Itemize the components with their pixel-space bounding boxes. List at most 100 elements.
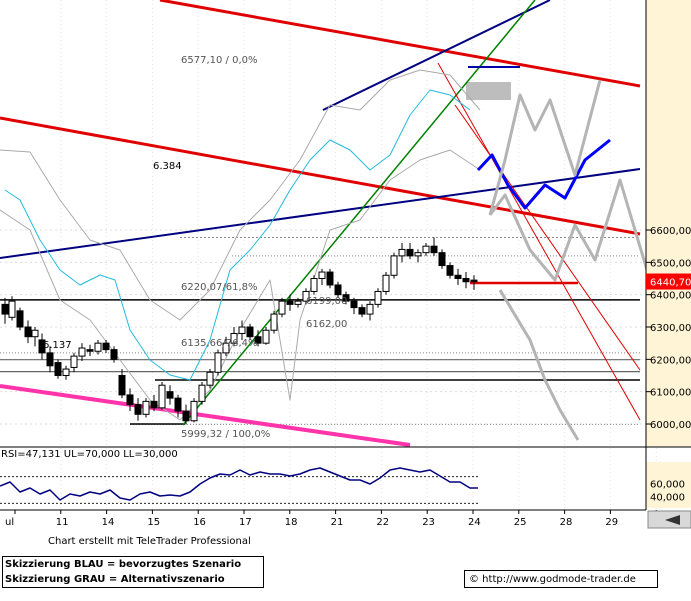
legend-grey-text: Skizzierung GRAU = Alternativszenario [5, 574, 225, 585]
candle-body [62, 368, 70, 377]
x-tick-label: 18 [285, 517, 298, 528]
rsi-tick-label: 60,000 [650, 479, 685, 490]
candle-body [390, 255, 398, 276]
price-tick-label: 6100,00 [650, 388, 691, 399]
candle-body [102, 342, 110, 351]
candle-body [414, 252, 422, 257]
candle-body [190, 400, 198, 422]
grey-scenario-lower [498, 289, 580, 441]
x-tick-label: 16 [193, 517, 206, 528]
candle-body [8, 300, 16, 318]
candle-body [118, 375, 126, 396]
fib-top-label: 6577,10 / 0,0% [181, 55, 258, 66]
candle-body [78, 347, 86, 357]
candle-body [238, 326, 246, 334]
candle-body [382, 274, 390, 292]
price-tick-label: 6200,00 [650, 355, 691, 366]
candle-body [70, 355, 78, 368]
level-6162-label: 6162,00 [306, 319, 348, 330]
candle-body [46, 352, 54, 367]
candle-body [334, 284, 342, 296]
last-price-label: 6440,70 [650, 278, 691, 289]
candle-body [174, 397, 182, 412]
rsi-panel [0, 467, 478, 504]
x-tick-label: 21 [331, 517, 344, 528]
price-tick-label: 6400,00 [650, 291, 691, 302]
blue-channel-upper [322, 0, 551, 111]
candle-body [310, 278, 318, 292]
candle-body [398, 248, 406, 257]
x-tick-label: 17 [239, 517, 252, 528]
grey-target-box [466, 82, 511, 100]
candle-body [166, 391, 174, 399]
rsi-header: RSI=47,131 UL=70,000 LL=30,000 [1, 449, 178, 460]
candle-body [350, 300, 358, 309]
x-tick-label: 15 [147, 517, 160, 528]
candle-body [366, 303, 374, 315]
candle-body [246, 326, 254, 338]
high-6384-label: 6.384 [153, 161, 182, 172]
x-tick-label: 24 [468, 517, 481, 528]
candle-body [126, 394, 134, 406]
candle-body [278, 300, 286, 315]
x-tick-label: 25 [514, 517, 527, 528]
x-tick-label: 28 [560, 517, 573, 528]
candle-body [374, 290, 382, 305]
price-tick-label: 6600,00 [650, 226, 691, 237]
x-tick-label: ul [5, 517, 14, 528]
candle-body [286, 300, 294, 305]
rsi-line [0, 467, 478, 501]
candle-body [150, 400, 158, 409]
candle-body [262, 329, 270, 344]
rsi-tick-label: 40,000 [650, 493, 685, 504]
candle-body [86, 349, 94, 352]
legend-blue-text: Skizzierung BLAU = bevorzugtes Szenario [5, 559, 242, 570]
candle-body [24, 326, 32, 338]
candle-body [134, 404, 142, 415]
source-url[interactable]: © http://www.godmode-trader.de [464, 570, 658, 588]
price-tick-label: 6000,00 [650, 420, 691, 431]
low-6137-label: 6.137 [43, 340, 72, 351]
fib-bottom-label: 5999,32 / 100,0% [181, 429, 271, 440]
price-tick-label: 6500,00 [650, 258, 691, 269]
candle-body [110, 349, 118, 360]
candle-body [470, 279, 478, 283]
candle-body [358, 307, 366, 315]
candle-body [270, 313, 278, 331]
candle-body [294, 300, 302, 305]
credit-text: Chart erstellt mit TeleTrader Profession… [48, 536, 251, 547]
candle-body [54, 362, 62, 377]
scenario-legend: Skizzierung BLAU = bevorzugtes Szenario … [2, 556, 264, 588]
candle-body [430, 245, 438, 254]
red-trendline-lower [0, 116, 641, 236]
candle-body [16, 310, 24, 328]
x-tick-label: 29 [605, 517, 618, 528]
fib-764-label: 6135,66/76,4% [181, 338, 258, 349]
main-plot-area [0, 0, 657, 510]
candle-body [214, 352, 222, 373]
price-axis-strip [646, 0, 691, 447]
blue-scenario-path [476, 138, 611, 210]
x-tick-label: 23 [422, 517, 435, 528]
candle-body [446, 265, 454, 276]
candle-body [1, 303, 9, 315]
candle-body [142, 400, 150, 415]
blue-channel-lower [0, 168, 641, 259]
candle-body [94, 342, 102, 352]
level-6199-label: 6199,00 [306, 296, 348, 307]
candle-body [158, 384, 166, 409]
candle-body [422, 245, 430, 254]
candle-body [182, 410, 190, 422]
x-tick-label: 22 [376, 517, 389, 528]
candle-body [31, 329, 39, 338]
candle-body [206, 371, 214, 386]
candle-body [438, 252, 446, 267]
price-tick-label: 6300,00 [650, 323, 691, 334]
x-tick-label: 14 [102, 517, 115, 528]
candle-body [326, 271, 334, 286]
candle-body [406, 248, 414, 257]
candle-body [318, 271, 326, 280]
fib-618-label: 6220,07/61,8% [181, 282, 258, 293]
x-tick-label: 11 [56, 517, 69, 528]
candle-body [462, 278, 470, 283]
